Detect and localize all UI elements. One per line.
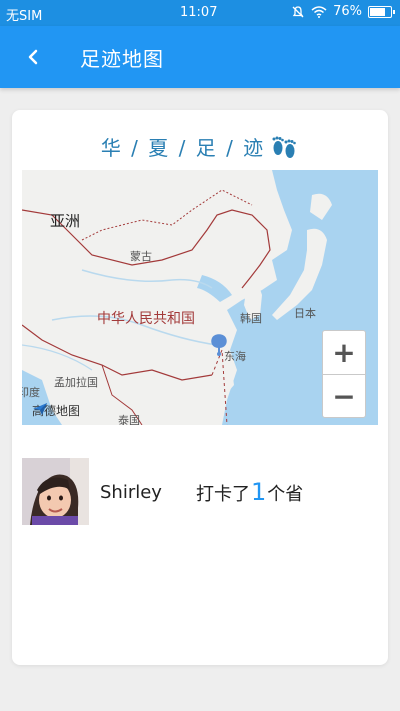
mute-bell-icon [292, 5, 304, 17]
status-bar: 无SIM 11:07 76% [0, 0, 400, 26]
page-title: 足迹地图 [80, 47, 164, 71]
footprints-icon [272, 136, 296, 158]
checkin-prefix: 打卡了 [196, 484, 250, 505]
map-label-korea: 韩国 [240, 312, 262, 325]
zoom-out-button[interactable]: − [323, 374, 365, 417]
footprint-map[interactable]: 亚洲 蒙古 中华人民共和国 韩国 日本 东海 孟加拉国 印度 泰国 高德地图 +… [22, 170, 378, 425]
checkin-summary: 打卡了 1 个省 [196, 478, 303, 506]
battery-icon [368, 5, 395, 18]
card-title-text: 华 / 夏 / 足 / 迹 [100, 136, 266, 160]
clock: 11:07 [180, 5, 218, 20]
map-label-mongolia: 蒙古 [130, 250, 152, 263]
avatar-image [22, 458, 89, 525]
avatar[interactable] [22, 458, 89, 525]
checkin-suffix: 个省 [267, 484, 304, 505]
footprint-card: 华 / 夏 / 足 / 迹 亚洲 蒙古 中华人民共和国 韩国 日本 东海 孟加拉… [12, 110, 388, 665]
chevron-left-icon [28, 49, 38, 65]
map-label-asia: 亚洲 [50, 212, 81, 230]
map-label-china: 中华人民共和国 [97, 311, 195, 327]
app-bar: 足迹地图 [0, 26, 400, 88]
battery-level [370, 7, 386, 16]
zoom-controls: + − [322, 330, 366, 418]
status-icons: 76% [291, 4, 395, 19]
battery-percent: 76% [333, 4, 362, 19]
map-label-japan: 日本 [294, 307, 316, 320]
map-label-bangladesh: 孟加拉国 [54, 376, 98, 389]
carrier-label: 无SIM [6, 9, 43, 24]
checkin-count: 1 [251, 478, 267, 506]
back-button[interactable] [18, 42, 48, 72]
user-summary: Shirley 打卡了 1 个省 [22, 458, 378, 526]
map-provider-logo: 高德地图 [32, 402, 80, 419]
amap-logo-icon [33, 403, 47, 415]
map-label-east-sea: 东海 [224, 350, 246, 363]
map-label-india: 印度 [22, 386, 40, 399]
map-label-thailand: 泰国 [118, 414, 140, 425]
wifi-icon [311, 5, 327, 18]
card-title: 华 / 夏 / 足 / 迹 [12, 132, 388, 161]
user-name: Shirley [100, 482, 162, 503]
zoom-in-button[interactable]: + [323, 331, 365, 374]
